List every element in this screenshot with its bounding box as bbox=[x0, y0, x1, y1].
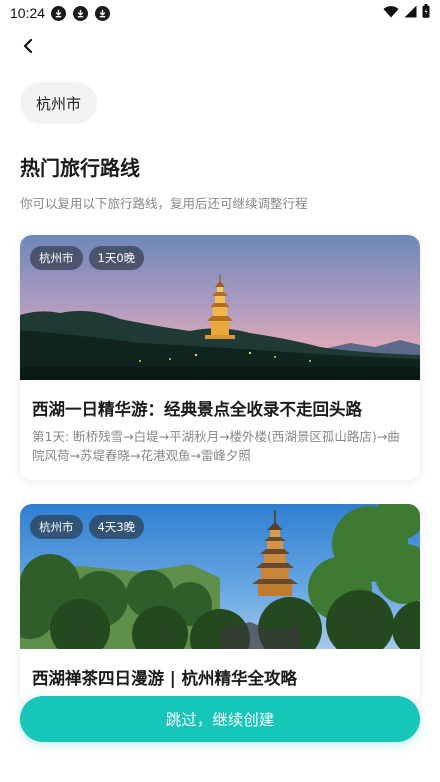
chevron-left-icon bbox=[23, 38, 33, 54]
signal-icon bbox=[404, 5, 417, 22]
city-tag: 杭州市 bbox=[30, 515, 83, 539]
status-time: 10:24 bbox=[10, 5, 46, 21]
back-button[interactable] bbox=[12, 32, 44, 60]
route-title: 西湖禅茶四日漫游 | 杭州精华全攻略 bbox=[32, 669, 298, 688]
route-card[interactable]: 杭州市 1天0晚 西湖一日精华游：经典景点全收录不走回头路 第1天: 断桥残雪→… bbox=[20, 235, 420, 480]
route-tags: 杭州市 4天3晚 bbox=[30, 515, 145, 539]
download-icon bbox=[51, 5, 67, 21]
route-tags: 杭州市 1天0晚 bbox=[30, 246, 145, 270]
status-bar: 10:24 bbox=[0, 0, 440, 26]
status-icons bbox=[383, 4, 430, 22]
city-chip-label: 杭州市 bbox=[36, 94, 82, 113]
battery-icon bbox=[422, 4, 430, 22]
download-icon bbox=[73, 5, 89, 21]
download-icon bbox=[95, 5, 111, 21]
duration-tag: 4天3晚 bbox=[88, 515, 145, 539]
section-title: 热门旅行路线 bbox=[20, 156, 140, 180]
route-cover-image: 杭州市 1天0晚 bbox=[20, 235, 420, 380]
skip-continue-label: 跳过，继续创建 bbox=[165, 711, 275, 729]
city-chip[interactable]: 杭州市 bbox=[20, 82, 98, 124]
duration-tag: 1天0晚 bbox=[88, 246, 145, 270]
route-cover-image: 杭州市 4天3晚 bbox=[20, 504, 420, 649]
wifi-icon bbox=[383, 5, 399, 22]
city-tag: 杭州市 bbox=[30, 246, 83, 270]
route-card[interactable]: 杭州市 4天3晚 西湖禅茶四日漫游 | 杭州精华全攻略 bbox=[20, 504, 420, 704]
section-subtitle: 你可以复用以下旅行路线，复用后还可继续调整行程 bbox=[20, 196, 308, 211]
route-title: 西湖一日精华游：经典景点全收录不走回头路 bbox=[32, 400, 362, 419]
route-description: 第1天: 断桥残雪→白堤→平湖秋月→楼外楼(西湖景区孤山路店)→曲院风荷→苏堤春… bbox=[32, 429, 400, 463]
skip-continue-button[interactable]: 跳过，继续创建 bbox=[20, 696, 420, 742]
